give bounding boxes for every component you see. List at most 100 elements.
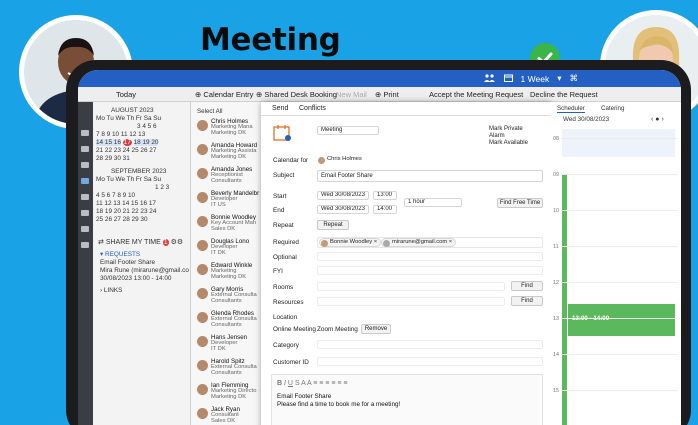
links-link[interactable]: › LINKS	[100, 287, 122, 294]
tab-scheduler[interactable]: Scheduler	[557, 105, 585, 113]
settings-icon[interactable]: ⌘	[570, 73, 579, 84]
calendar-week[interactable]: 4 5 6 7 8 9 10	[96, 192, 135, 199]
contact-dept: Consultants	[211, 370, 242, 376]
contact-row[interactable]: Beverly Mandelbr Developer IT US	[197, 190, 261, 213]
find-rooms-button[interactable]: Find	[511, 281, 543, 291]
find-resources-button[interactable]: Find	[511, 296, 543, 306]
calendar-week[interactable]: 25 26 27 28 29 30	[96, 216, 148, 223]
print-button[interactable]: ⊕ Print	[375, 90, 399, 99]
repeat-button[interactable]: Repeat	[317, 220, 349, 230]
contact-dept: IT DK	[211, 250, 226, 256]
attendee-chip[interactable]: mirarune@gmail.com ×	[381, 238, 457, 247]
hour-gridline	[561, 390, 677, 391]
tab-send[interactable]: Send	[272, 105, 288, 112]
contact-row[interactable]: Glenda Rhodes External Consulta Consultant…	[197, 310, 261, 333]
calendar-entry-button[interactable]: ⊕ Calendar Entry	[195, 90, 253, 99]
duration-select[interactable]: 1 hour	[404, 198, 462, 207]
body-editor[interactable]: B I U S A A ≡ ≡ ≡ ≡ ≡ ≡ Email Footer Sha…	[271, 374, 543, 425]
chevron-down-icon[interactable]: ▾	[557, 73, 561, 84]
share-my-time-header[interactable]: ⇄ SHARE MY TIME 1 ⚙⚙	[98, 238, 183, 246]
today-button[interactable]: Today	[116, 90, 136, 99]
chart-icon[interactable]	[81, 162, 89, 168]
calendar-week[interactable]: 1 2 3	[155, 184, 169, 191]
contact-row[interactable]: Douglas Lono Developer IT DK	[197, 238, 261, 261]
grid-icon[interactable]	[81, 242, 89, 248]
people-icon[interactable]	[483, 73, 496, 84]
calendar-for-value[interactable]: Chris Holmes	[317, 156, 365, 165]
nav-arrows[interactable]: ‹ ● ›	[651, 116, 664, 123]
hour-gridline	[561, 246, 677, 247]
calendar-for-label: Calendar for	[273, 157, 309, 164]
calendar-icon[interactable]	[81, 146, 89, 152]
rooms-field[interactable]	[317, 282, 505, 291]
hour-label: 09	[553, 172, 559, 178]
request-title[interactable]: Email Footer Share	[100, 259, 155, 266]
calendar-week[interactable]: 28 29 30 31	[96, 155, 130, 162]
find-free-time-button[interactable]: Find Free Time	[497, 198, 543, 208]
contact-row[interactable]: Amanda Howard Marketing Assista Marketing …	[197, 142, 261, 165]
fyi-label: FYI	[273, 268, 283, 275]
select-all[interactable]: Select All	[197, 108, 222, 115]
calendar-week[interactable]: 7 8 9 10 11 12 13	[96, 131, 145, 138]
calendar-week[interactable]: 11 12 13 14 15 16 17	[96, 200, 156, 207]
attendee-chip[interactable]: Bonnie Woodley ×	[319, 238, 382, 247]
requests-link[interactable]: ▾ REQUESTS	[100, 250, 140, 258]
hour-gridline	[561, 318, 677, 319]
weekday-header: Mo Tu We Th Fr Sa Su	[96, 115, 162, 122]
customer-id-field[interactable]	[317, 357, 543, 366]
format-toolbar[interactable]: B I U S A A ≡ ≡ ≡ ≡ ≡ ≡	[277, 380, 347, 387]
tab-catering[interactable]: Catering	[601, 105, 624, 112]
calendar-week[interactable]: 3 4 5 6	[137, 123, 157, 130]
meeting-dialog: Send Conflicts Meeting Mark Private Alar…	[261, 102, 551, 425]
contact-row[interactable]: Chris Holmes Marketing Mana Marketing DK	[197, 118, 261, 141]
start-date-field[interactable]: Wed 30/08/2023	[317, 191, 369, 200]
subject-field[interactable]: Email Footer Share	[317, 170, 543, 182]
contact-row[interactable]: Edward Winkle Marketing Marketing DK	[197, 262, 261, 285]
calendar-week[interactable]: 21 22 23 24 25 26 27	[96, 147, 156, 154]
contacts-icon[interactable]	[81, 194, 89, 200]
mark-available-option[interactable]: Mark Available	[489, 140, 528, 146]
resources-field[interactable]	[317, 297, 505, 306]
fyi-field[interactable]	[317, 266, 543, 275]
event-block[interactable]: 13:00 - 14:00	[568, 304, 675, 336]
contact-row[interactable]: Harold Spitz External Consulta Consultants	[197, 358, 261, 381]
contact-row[interactable]: Gary Morris External Consulta Consultants	[197, 286, 261, 309]
avatar	[197, 168, 208, 179]
start-time-field[interactable]: 13:00	[373, 191, 397, 200]
contact-row[interactable]: Hans Jensen Developer IT DK	[197, 334, 261, 357]
tasks-icon[interactable]	[81, 210, 89, 216]
calendar-icon[interactable]	[503, 74, 513, 84]
calendar-week[interactable]: 18 19 20 21 22 23 24	[96, 208, 156, 215]
end-date-field[interactable]: Wed 30/08/2023	[317, 205, 369, 214]
availability-bar	[562, 175, 567, 425]
contact-row[interactable]: Bonnie Woodley Key Account Man Sales DK	[197, 214, 261, 237]
avatar	[197, 312, 208, 323]
accept-request-button[interactable]: Accept the Meeting Request	[429, 90, 523, 99]
end-time-field[interactable]: 14:00	[373, 205, 397, 214]
new-mail-button[interactable]: New Mail	[336, 90, 367, 99]
mail-icon[interactable]	[81, 130, 89, 136]
contact-row[interactable]: Amanda Jones Receptionist Consultants	[197, 166, 261, 189]
calendar-week[interactable]: 14 15 16 17 18 19 20	[96, 139, 159, 146]
shared-desk-button[interactable]: ⊕ Shared Desk Booking	[256, 90, 337, 99]
alarm-option[interactable]: Alarm	[489, 133, 505, 139]
avatar	[197, 120, 208, 131]
optional-field[interactable]	[317, 252, 543, 261]
type-select[interactable]: Meeting	[317, 126, 379, 135]
category-field[interactable]	[317, 340, 543, 349]
online-meeting-value: Zoom Meeting	[317, 326, 358, 333]
avatar	[197, 384, 208, 395]
view-selector[interactable]: 1 Week	[521, 74, 550, 84]
decline-request-button[interactable]: Decline the Request	[530, 90, 598, 99]
request-time: 30/08/2023 13:00 - 14:00	[100, 275, 172, 282]
notes-icon[interactable]	[81, 226, 89, 232]
remove-button[interactable]: Remove	[361, 324, 391, 334]
all-day-area[interactable]	[562, 129, 675, 157]
share-icon[interactable]	[81, 178, 89, 184]
contact-row[interactable]: Ian Flemming Marketing Directo Marketing D…	[197, 382, 261, 405]
tab-conflicts[interactable]: Conflicts	[299, 105, 326, 112]
contact-row[interactable]: Jack Ryan Consultant Sales DK	[197, 406, 261, 425]
request-from: Mira Rune (mirarune@gmail.co	[100, 267, 189, 274]
hour-label: 13	[553, 316, 559, 322]
mark-private-option[interactable]: Mark Private	[489, 126, 523, 132]
